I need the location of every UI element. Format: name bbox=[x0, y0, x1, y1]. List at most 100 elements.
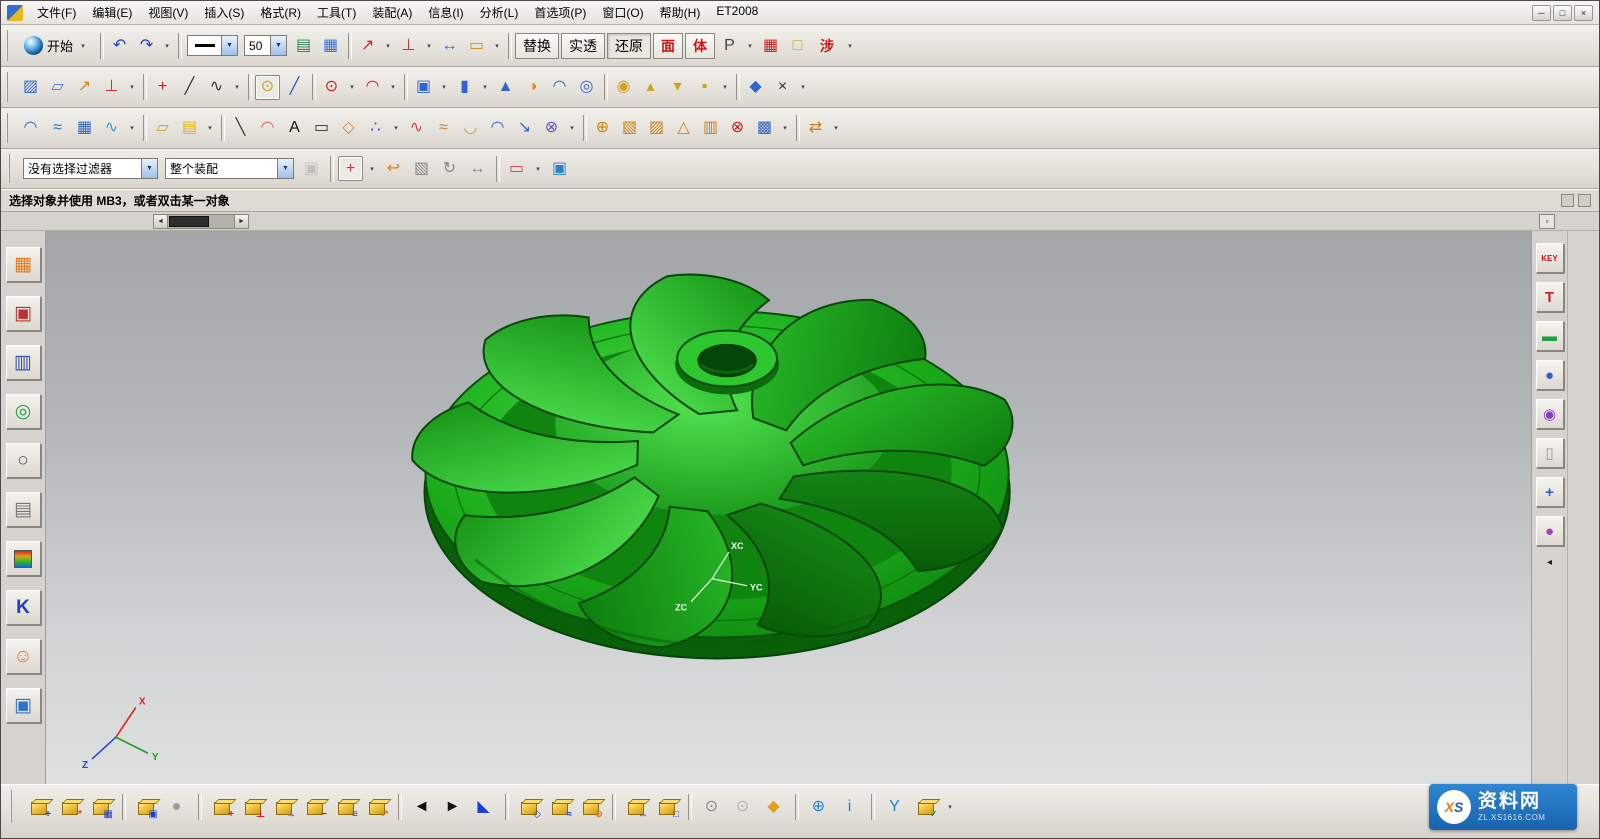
start-button[interactable]: 开始▾ bbox=[18, 32, 95, 60]
dropdown-arrow-icon[interactable]: ▾ bbox=[797, 75, 809, 99]
selection-filter-select[interactable]: 没有选择过滤器▼ bbox=[23, 158, 158, 179]
project-curve-icon[interactable]: ↘ bbox=[512, 116, 537, 141]
scroll-track[interactable] bbox=[168, 214, 234, 229]
delete-face-icon[interactable]: × bbox=[770, 75, 795, 100]
tools-palette-icon[interactable]: K bbox=[6, 590, 41, 625]
gray-cube-icon[interactable]: ▧ bbox=[409, 156, 434, 181]
dropdown-arrow-icon[interactable]: ▾ bbox=[231, 75, 243, 99]
explode-assembly-icon[interactable]: ◣ bbox=[471, 794, 496, 819]
dropdown-arrow-icon[interactable]: ▾ bbox=[366, 157, 378, 181]
scroll-right-arrow-icon[interactable]: ► bbox=[234, 214, 249, 229]
undo-icon[interactable]: ↶ bbox=[107, 33, 132, 58]
template-ball2-icon[interactable]: ● bbox=[1536, 516, 1564, 546]
assembly-navigator-icon[interactable]: ▦ bbox=[6, 247, 41, 282]
toolbar-grip[interactable] bbox=[6, 72, 13, 102]
suppress-component-icon[interactable]: − bbox=[302, 794, 327, 819]
arc-icon[interactable]: ◠ bbox=[360, 75, 385, 100]
zoom-select[interactable]: 50▼ bbox=[244, 35, 287, 56]
point-set-icon[interactable]: ∴ bbox=[363, 116, 388, 141]
constraint-navigator-icon[interactable]: ▣ bbox=[6, 296, 41, 331]
ruler-icon[interactable]: ▭ bbox=[464, 33, 489, 58]
graphics-window[interactable]: XC YC ZC X Y Z bbox=[46, 231, 1531, 784]
undo-selection-icon[interactable]: ↩ bbox=[381, 156, 406, 181]
new-component-icon[interactable]: * bbox=[57, 794, 82, 819]
sweep-icon[interactable]: ◠ bbox=[547, 75, 572, 100]
menu-information[interactable]: 信息(I) bbox=[420, 1, 471, 24]
revolve-icon[interactable]: ◑ bbox=[520, 75, 545, 100]
reference-set-icon[interactable]: ◇ bbox=[516, 794, 541, 819]
impeller-model[interactable] bbox=[403, 275, 1024, 659]
menu-analysis[interactable]: 分析(L) bbox=[472, 1, 527, 24]
dropdown-arrow-icon[interactable]: ▾ bbox=[779, 116, 791, 140]
dropdown-arrow-icon[interactable]: ▾ bbox=[382, 34, 394, 58]
arc3-icon[interactable]: ◠ bbox=[255, 116, 280, 141]
menu-preferences[interactable]: 首选项(P) bbox=[526, 1, 594, 24]
spline-icon[interactable]: ∿ bbox=[204, 75, 229, 100]
product-outline-icon[interactable]: □ bbox=[654, 794, 679, 819]
pan-view-icon[interactable]: ↔ bbox=[465, 156, 490, 181]
prompt-mini-icon-2[interactable] bbox=[1578, 194, 1591, 207]
app-icon[interactable] bbox=[7, 5, 23, 21]
through-curves-icon[interactable]: ≈ bbox=[45, 116, 70, 141]
shaded-view-icon[interactable]: ▣ bbox=[547, 156, 572, 181]
translucent-button[interactable]: 实透 bbox=[561, 33, 605, 59]
red-block-icon[interactable]: ▦ bbox=[758, 33, 783, 58]
tube-icon[interactable]: ◎ bbox=[574, 75, 599, 100]
template-part-icon[interactable]: ● bbox=[1536, 360, 1564, 390]
close-button[interactable]: × bbox=[1574, 5, 1593, 21]
viewport-h-scrollbar[interactable]: ◄ ► bbox=[153, 214, 249, 229]
visualization-palette-icon[interactable] bbox=[6, 541, 41, 576]
line3-icon[interactable]: ╲ bbox=[228, 116, 253, 141]
clearance-ring-icon[interactable]: ⊙ bbox=[699, 794, 724, 819]
toolbar-grip[interactable] bbox=[6, 30, 13, 61]
rectangle-select-icon[interactable]: ▭ bbox=[504, 156, 529, 181]
template-clip-icon[interactable]: + bbox=[1536, 477, 1564, 507]
misc-assembly-icon[interactable]: ✓ bbox=[913, 794, 938, 819]
sketch-icon[interactable]: ▨ bbox=[18, 75, 43, 100]
menu-format[interactable]: 格式(R) bbox=[252, 1, 309, 24]
line2-icon[interactable]: ╱ bbox=[282, 75, 307, 100]
face-button[interactable]: 面 bbox=[653, 33, 683, 59]
clip-view-icon[interactable]: ▫ bbox=[1539, 214, 1555, 229]
body-button[interactable]: 体 bbox=[685, 33, 715, 59]
offset-curve-icon[interactable]: ◠ bbox=[485, 116, 510, 141]
extrude-icon[interactable]: ▲ bbox=[493, 75, 518, 100]
dropdown-arrow-icon[interactable]: ▾ bbox=[532, 157, 544, 181]
assembly-constraints-icon[interactable]: ⊥ bbox=[240, 794, 265, 819]
pad-icon[interactable]: ▪ bbox=[692, 75, 717, 100]
restore-button[interactable]: 还原 bbox=[607, 33, 651, 59]
weight-management-icon[interactable]: ◆ bbox=[761, 794, 786, 819]
replace-button[interactable]: 替换 bbox=[515, 33, 559, 59]
datum-plane-icon[interactable]: ▱ bbox=[45, 75, 70, 100]
unite-icon[interactable]: ▣ bbox=[411, 75, 436, 100]
menu-view[interactable]: 视图(V) bbox=[140, 1, 196, 24]
vector-constructor-icon[interactable]: ↗ bbox=[355, 33, 380, 58]
bounded-plane-icon[interactable]: ▱ bbox=[150, 116, 175, 141]
deformable-part-icon[interactable]: ● bbox=[164, 794, 189, 819]
minimize-button[interactable]: ─ bbox=[1532, 5, 1551, 21]
extract-icon[interactable]: ▧ bbox=[617, 116, 642, 141]
wrap-icon[interactable]: ⊕ bbox=[590, 116, 615, 141]
point-icon[interactable]: + bbox=[150, 75, 175, 100]
system-scene-icon[interactable]: ▣ bbox=[6, 688, 41, 723]
dropdown-arrow-icon[interactable]: ▾ bbox=[491, 34, 503, 58]
dropdown-arrow-icon[interactable]: ▾ bbox=[423, 34, 435, 58]
copy-py-icon[interactable]: P bbox=[717, 33, 742, 58]
intersect-curve-icon[interactable]: ⊗ bbox=[539, 116, 564, 141]
model-canvas[interactable]: XC YC ZC X Y Z bbox=[46, 231, 1531, 784]
dropdown-arrow-icon[interactable]: ▾ bbox=[390, 116, 402, 140]
bridge-curve-icon[interactable]: ◡ bbox=[458, 116, 483, 141]
dropdown-arrow-icon[interactable]: ▾ bbox=[204, 116, 216, 140]
dropdown-arrow-icon[interactable]: ▾ bbox=[387, 75, 399, 99]
boss-icon[interactable]: ▴ bbox=[638, 75, 663, 100]
menu-window[interactable]: 窗口(O) bbox=[594, 1, 651, 24]
mirror-assembly-icon[interactable]: ▣ bbox=[133, 794, 158, 819]
edit-component-icon[interactable]: ↗ bbox=[364, 794, 389, 819]
sketch-task-icon[interactable]: ⊙ bbox=[255, 75, 280, 100]
scale-body-icon[interactable]: △ bbox=[671, 116, 696, 141]
measure-distance-icon[interactable]: ↔ bbox=[437, 33, 462, 58]
through-mesh-icon[interactable]: ▦ bbox=[72, 116, 97, 141]
dropdown-arrow-icon[interactable]: ▾ bbox=[438, 75, 450, 99]
ruled-surface-icon[interactable]: ◠ bbox=[18, 116, 43, 141]
trim-body-icon[interactable]: ◆ bbox=[743, 75, 768, 100]
